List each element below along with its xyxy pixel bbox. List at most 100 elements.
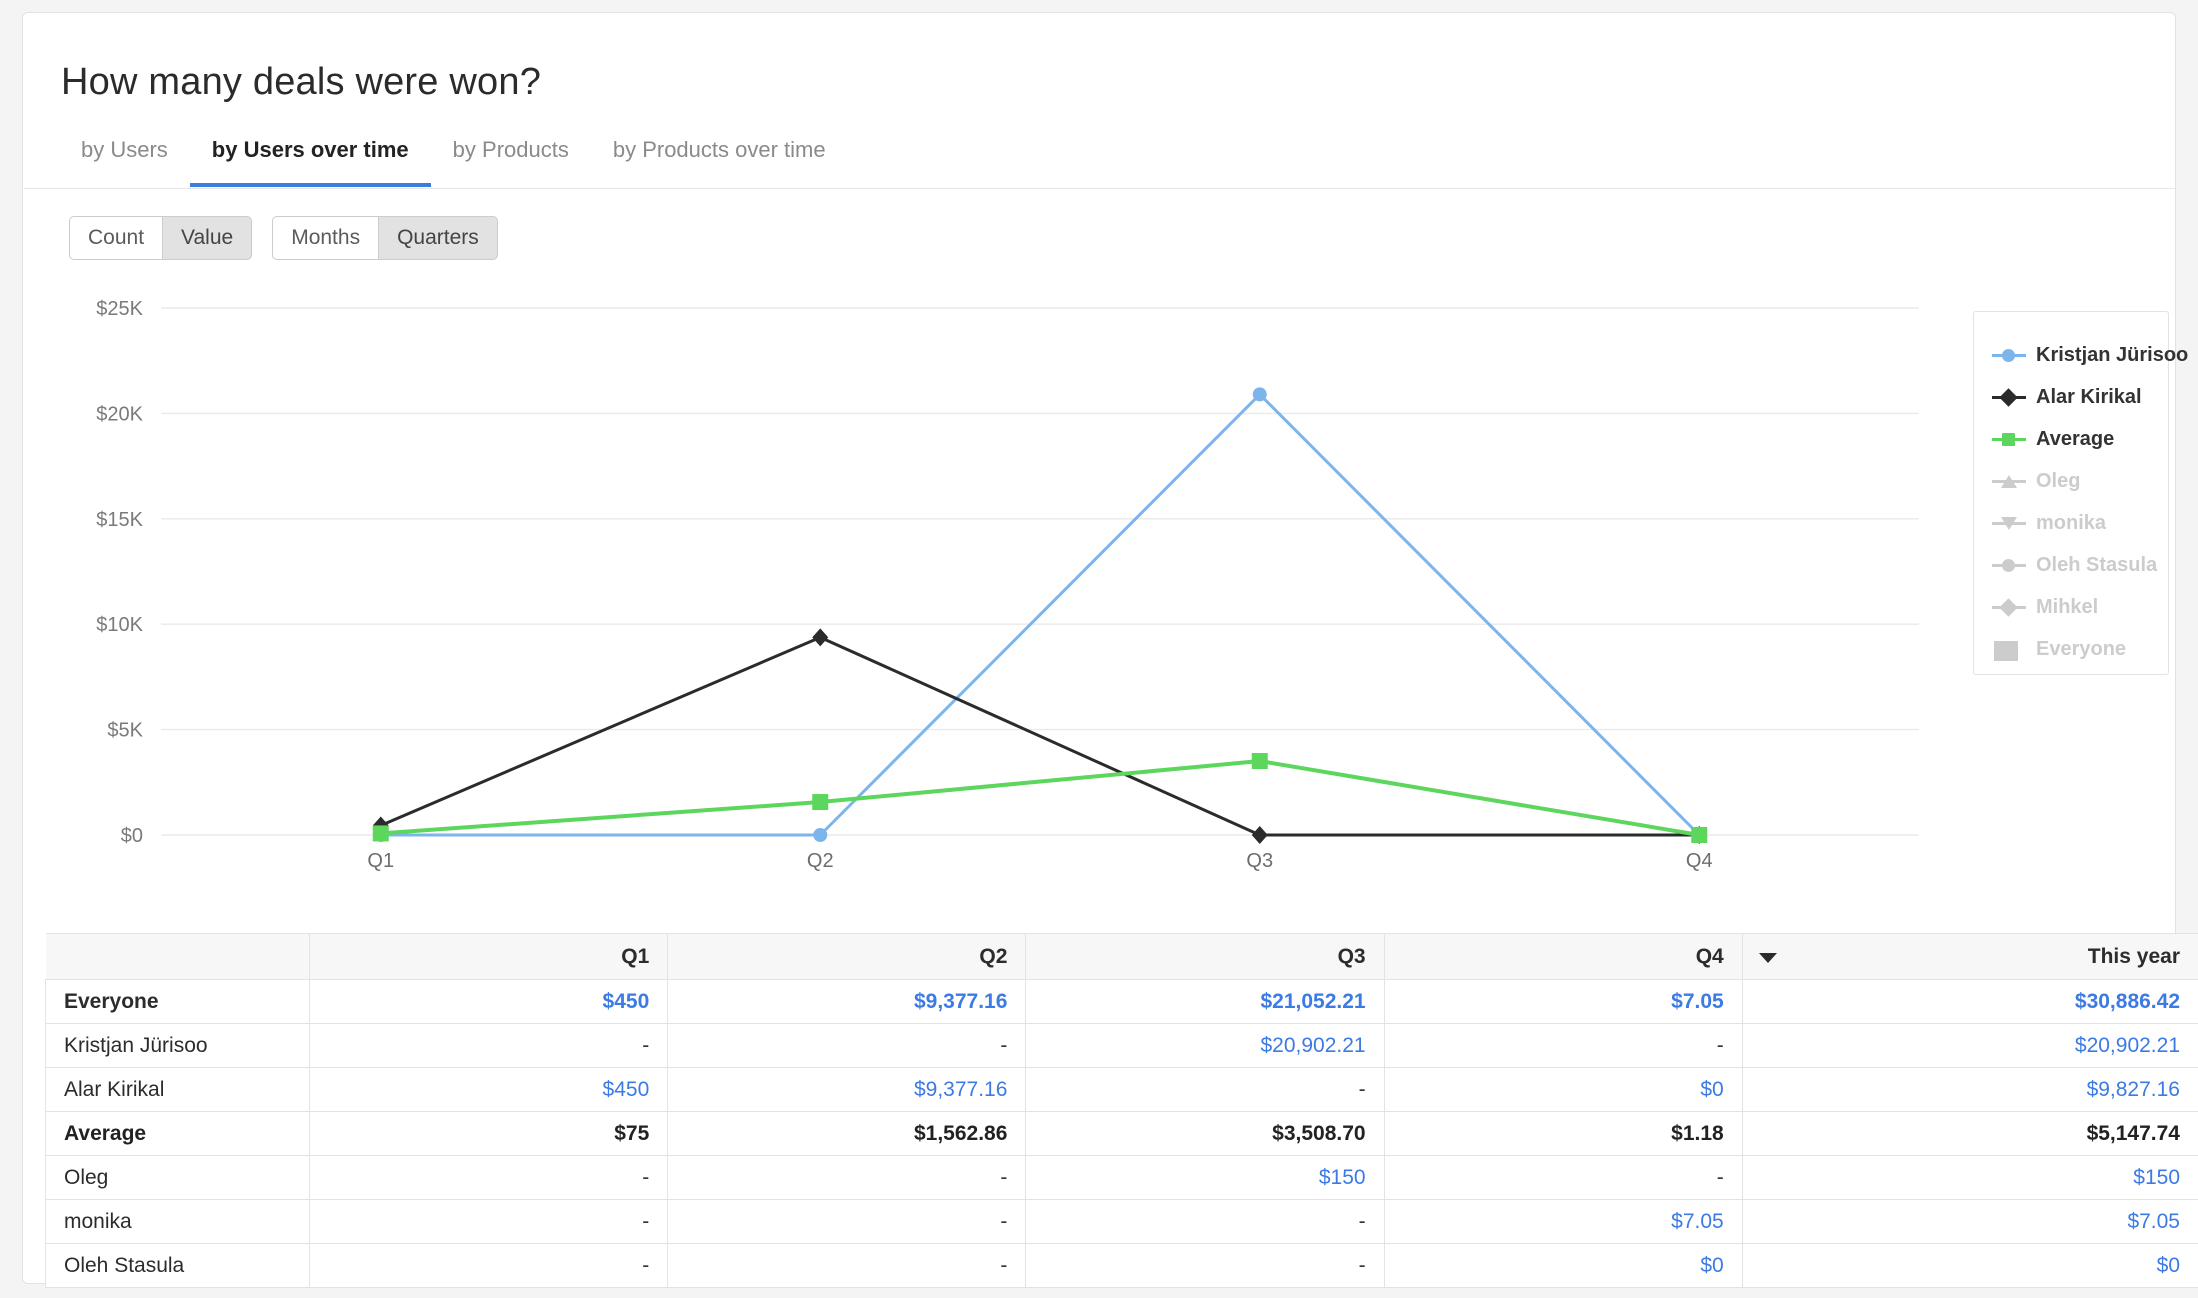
table-row[interactable]: Oleh Stasula---$0$0: [46, 1244, 2198, 1288]
table-cell-value[interactable]: $7.05: [1742, 1200, 2198, 1244]
table-cell-value[interactable]: $9,377.16: [668, 980, 1026, 1024]
tab-by-products[interactable]: by Products: [431, 135, 591, 187]
legend-item-kristjan-jürisoo[interactable]: Kristjan Jürisoo: [1992, 334, 2168, 376]
legend-marker-icon: [1992, 387, 2026, 407]
legend-item-monika[interactable]: monika: [1992, 502, 2168, 544]
table-cell-value[interactable]: $20,902.21: [1742, 1024, 2198, 1068]
table-cell-row-name: Oleh Stasula: [46, 1244, 310, 1288]
tab-label: by Products over time: [613, 137, 826, 162]
y-axis-tick-label: $20K: [96, 403, 143, 425]
metric-toggle-group: CountValue: [69, 216, 252, 260]
table-cell-value[interactable]: $21,052.21: [1026, 980, 1384, 1024]
legend-marker-icon: [1992, 345, 2026, 365]
legend-marker-icon: [1992, 639, 2026, 659]
table-column-header-label: Q2: [979, 945, 1007, 968]
legend-item-mihkel[interactable]: Mihkel: [1992, 586, 2168, 628]
tab-label: by Products: [453, 137, 569, 162]
tab-by-users-over-time[interactable]: by Users over time: [190, 135, 431, 187]
legend-item-average[interactable]: Average: [1992, 418, 2168, 460]
table-cell-value[interactable]: $5,147.74: [1742, 1112, 2198, 1156]
series-line: [381, 761, 1700, 835]
x-axis-tick-label: Q1: [367, 850, 394, 872]
table-column-header-label: This year: [2088, 945, 2180, 968]
table-cell-value[interactable]: $450: [310, 980, 668, 1024]
table-cell-value[interactable]: $9,377.16: [668, 1068, 1026, 1112]
table-cell-value[interactable]: $1.18: [1384, 1112, 1742, 1156]
table-column-header[interactable]: Q2: [668, 934, 1026, 980]
table-cell-value[interactable]: $7.05: [1384, 1200, 1742, 1244]
table-column-header[interactable]: Q3: [1026, 934, 1384, 980]
table-cell-value: -: [1026, 1200, 1384, 1244]
table-cell-value[interactable]: $3,508.70: [1026, 1112, 1384, 1156]
line-chart: $0$5K$10K$15K$20K$25KQ1Q2Q3Q4: [24, 281, 2176, 921]
legend-label: Oleh Stasula: [2036, 554, 2157, 577]
sort-descending-caret-icon[interactable]: [1759, 953, 1777, 963]
legend-label: Kristjan Jürisoo: [2036, 344, 2188, 367]
toggle-count[interactable]: Count: [69, 216, 163, 260]
x-axis-tick-label: Q2: [807, 850, 834, 872]
tab-label: by Users: [81, 137, 168, 162]
table-row[interactable]: Kristjan Jürisoo--$20,902.21-$20,902.21: [46, 1024, 2198, 1068]
data-point-marker: [373, 825, 389, 841]
table-cell-value[interactable]: $0: [1384, 1244, 1742, 1288]
legend-item-alar-kirikal[interactable]: Alar Kirikal: [1992, 376, 2168, 418]
table-cell-value[interactable]: $0: [1384, 1068, 1742, 1112]
table-header-row: Q1 Q2 Q3 Q4 This year: [46, 934, 2198, 980]
legend-item-oleh-stasula[interactable]: Oleh Stasula: [1992, 544, 2168, 586]
series-kristjan-jürisoo: [374, 387, 1707, 842]
tab-by-users[interactable]: by Users: [61, 135, 190, 187]
table-column-header-label: Q3: [1338, 945, 1366, 968]
legend-label: monika: [2036, 512, 2106, 535]
table-row[interactable]: Alar Kirikal$450$9,377.16-$0$9,827.16: [46, 1068, 2198, 1112]
y-axis-tick-label: $10K: [96, 614, 143, 636]
table-cell-value: -: [1026, 1068, 1384, 1112]
legend-item-oleg[interactable]: Oleg: [1992, 460, 2168, 502]
table-row[interactable]: Everyone$450$9,377.16$21,052.21$7.05$30,…: [46, 980, 2198, 1024]
table-cell-row-name: Kristjan Jürisoo: [46, 1024, 310, 1068]
period-toggle-group: MonthsQuarters: [272, 216, 498, 260]
table-column-header[interactable]: This year: [1742, 934, 2198, 980]
table-row[interactable]: Average$75$1,562.86$3,508.70$1.18$5,147.…: [46, 1112, 2198, 1156]
legend-item-everyone[interactable]: Everyone: [1992, 628, 2168, 670]
legend-marker-icon: [1992, 513, 2026, 533]
legend-marker-icon: [1992, 429, 2026, 449]
table-cell-value[interactable]: $150: [1742, 1156, 2198, 1200]
legend-label: Oleg: [2036, 470, 2080, 493]
series-line: [381, 394, 1700, 835]
table-cell-value[interactable]: $150: [1026, 1156, 1384, 1200]
table-cell-value[interactable]: $75: [310, 1112, 668, 1156]
table-cell-value[interactable]: $7.05: [1384, 980, 1742, 1024]
table-cell-value: -: [668, 1200, 1026, 1244]
toggle-value[interactable]: Value: [163, 216, 252, 260]
table-cell-value[interactable]: $450: [310, 1068, 668, 1112]
table-row[interactable]: monika---$7.05$7.05: [46, 1200, 2198, 1244]
table-column-header-label: Q1: [621, 945, 649, 968]
table-cell-value: -: [1384, 1024, 1742, 1068]
y-axis-tick-label: $5K: [107, 720, 143, 742]
table-cell-value[interactable]: $20,902.21: [1026, 1024, 1384, 1068]
table-cell-value: -: [310, 1024, 668, 1068]
table-cell-value[interactable]: $1,562.86: [668, 1112, 1026, 1156]
table-row[interactable]: Oleg--$150-$150: [46, 1156, 2198, 1200]
table-cell-value[interactable]: $9,827.16: [1742, 1068, 2198, 1112]
data-table: Q1 Q2 Q3 Q4 This year Everyone$450$9,377.16$…: [45, 933, 2198, 1288]
table-head: Q1 Q2 Q3 Q4 This year: [46, 934, 2198, 980]
tab-by-products-over-time[interactable]: by Products over time: [591, 135, 848, 187]
data-point-marker: [813, 828, 827, 842]
table-cell-value: -: [668, 1024, 1026, 1068]
tab-label: by Users over time: [212, 137, 409, 162]
toggle-quarters[interactable]: Quarters: [379, 216, 498, 260]
toggle-months[interactable]: Months: [272, 216, 379, 260]
table-cell-value: -: [1026, 1244, 1384, 1288]
table-column-header[interactable]: Q4: [1384, 934, 1742, 980]
table-column-header[interactable]: Q1: [310, 934, 668, 980]
tab-bar: by Users by Users over time by Products by …: [61, 135, 848, 189]
y-axis-tick-label: $25K: [96, 298, 143, 320]
table-column-header[interactable]: [46, 934, 310, 980]
table-cell-value[interactable]: $30,886.42: [1742, 980, 2198, 1024]
y-axis-tick-label: $15K: [96, 509, 143, 531]
data-point-marker: [812, 628, 828, 646]
table-cell-value[interactable]: $0: [1742, 1244, 2198, 1288]
chart-legend: Kristjan JürisooAlar KirikalAverage Oleg m…: [1973, 311, 2169, 675]
series-alar-kirikal: [373, 628, 1708, 844]
